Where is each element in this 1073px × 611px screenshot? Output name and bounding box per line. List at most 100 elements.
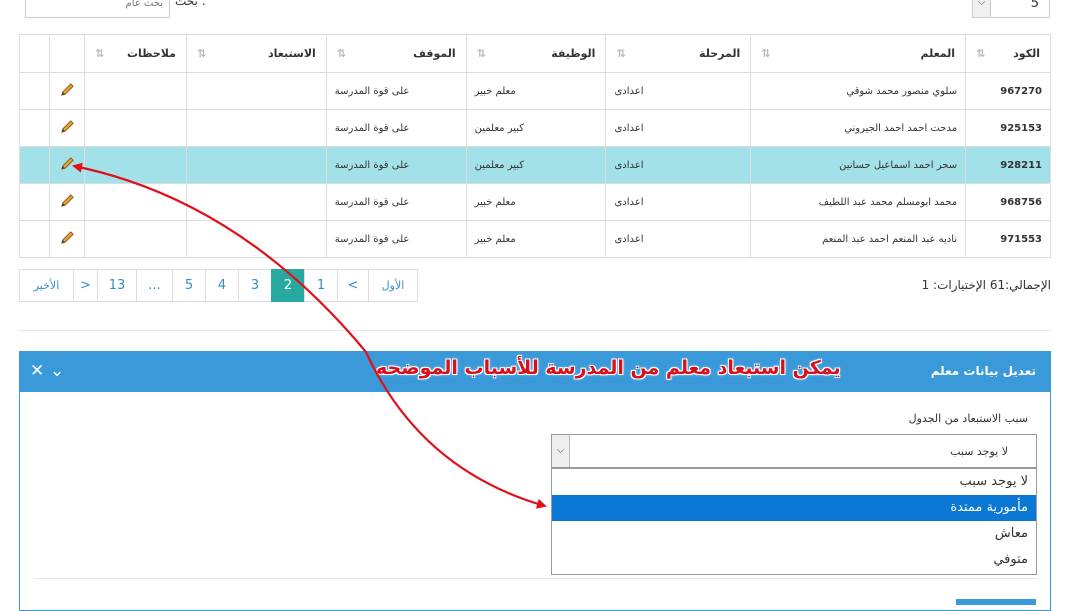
chevron-down-icon[interactable]: ⌵ bbox=[973, 0, 991, 17]
option-extended-mission[interactable]: مأمورية ممتدة bbox=[552, 495, 1036, 521]
cell-exclusion bbox=[185, 183, 327, 221]
cell-position: على قوة المدرسة bbox=[325, 183, 467, 221]
column-header-teacher[interactable]: المعلم ⇅ bbox=[750, 34, 967, 73]
column-header-select bbox=[18, 34, 51, 73]
pencil-icon[interactable] bbox=[60, 119, 75, 137]
cell-notes bbox=[84, 183, 187, 221]
cell-notes bbox=[84, 72, 187, 110]
edit-cell[interactable] bbox=[49, 146, 86, 184]
table-row[interactable]: 971553 ناديه عبد المنعم احمد عبد المنعم … bbox=[18, 220, 1051, 258]
column-header-code[interactable]: الكود ⇅ bbox=[965, 34, 1051, 73]
page-size-select[interactable]: ⌵ 5 bbox=[972, 0, 1050, 18]
chevron-down-icon[interactable]: ⌄ bbox=[50, 360, 64, 382]
sort-icon: ⇅ bbox=[976, 47, 986, 60]
cell-stage: اعدادى bbox=[605, 183, 752, 221]
column-header-exclusion[interactable]: الاستبعاد ⇅ bbox=[185, 34, 327, 73]
cell-exclusion bbox=[185, 146, 327, 184]
cell-exclusion bbox=[185, 220, 327, 258]
select-cell[interactable] bbox=[18, 109, 51, 147]
page-1[interactable]: 1 bbox=[304, 269, 338, 302]
select-cell[interactable] bbox=[18, 72, 51, 110]
select-cell[interactable] bbox=[18, 220, 51, 258]
page-2-active[interactable]: 2 bbox=[271, 269, 305, 302]
cell-job: كبير معلمين bbox=[465, 146, 607, 184]
pencil-icon[interactable] bbox=[60, 193, 75, 211]
divider bbox=[19, 330, 1051, 331]
edit-cell[interactable] bbox=[49, 72, 86, 110]
teachers-table: الكود ⇅ المعلم ⇅ المرحلة ⇅ الوظيفة ⇅ الموقف ⇅… bbox=[18, 34, 1051, 258]
cell-code: 928211 bbox=[965, 146, 1051, 184]
column-header-edit bbox=[49, 34, 86, 73]
column-header-notes[interactable]: ملاحظات ⇅ bbox=[84, 34, 187, 73]
cell-stage: اعدادى bbox=[605, 220, 752, 258]
page-next[interactable]: > bbox=[73, 269, 98, 302]
cell-teacher: ناديه عبد المنعم احمد عبد المنعم bbox=[750, 220, 967, 258]
page-last[interactable]: الأخير bbox=[19, 269, 74, 302]
edit-cell[interactable] bbox=[49, 109, 86, 147]
cell-job: كبير معلمين bbox=[465, 109, 607, 147]
pencil-icon[interactable] bbox=[60, 230, 75, 248]
option-retirement[interactable]: معاش bbox=[552, 521, 1036, 547]
exclusion-reason-options: لا يوجد سبب مأمورية ممتدة معاش متوفي bbox=[551, 468, 1037, 575]
search-input[interactable] bbox=[26, 0, 169, 17]
sort-icon: ⇅ bbox=[336, 47, 346, 60]
cell-code: 968756 bbox=[965, 183, 1051, 221]
cell-stage: اعدادى bbox=[605, 146, 752, 184]
table-row[interactable]: 968756 محمد ابومسلم محمد عبد اللطيف اعدا… bbox=[18, 183, 1051, 221]
page-prev[interactable]: < bbox=[337, 269, 369, 302]
panel-footer-divider bbox=[34, 578, 1038, 579]
page-first[interactable]: الأول bbox=[368, 269, 418, 302]
page-5[interactable]: 5 bbox=[172, 269, 206, 302]
column-header-position[interactable]: الموقف ⇅ bbox=[325, 34, 467, 73]
search-label: بحث : bbox=[175, 0, 206, 8]
cell-notes bbox=[84, 220, 187, 258]
cell-position: على قوة المدرسة bbox=[325, 146, 467, 184]
cell-stage: اعدادى bbox=[605, 109, 752, 147]
cell-exclusion bbox=[185, 72, 327, 110]
cell-code: 971553 bbox=[965, 220, 1051, 258]
cell-code: 967270 bbox=[965, 72, 1051, 110]
table-row[interactable]: 967270 سلوي منصور محمد شوقي اعدادى معلم … bbox=[18, 72, 1051, 110]
cell-stage: اعدادى bbox=[605, 72, 752, 110]
pencil-icon[interactable] bbox=[60, 156, 75, 174]
table-row-selected[interactable]: 928211 سحر احمد اسماعيل حسانين اعدادى كب… bbox=[18, 146, 1051, 184]
page-3[interactable]: 3 bbox=[238, 269, 272, 302]
option-no-reason[interactable]: لا يوجد سبب bbox=[552, 469, 1036, 495]
exclusion-reason-label: سبب الاستبعاد من الجدول bbox=[908, 412, 1028, 425]
search-field[interactable] bbox=[25, 0, 170, 18]
page-4[interactable]: 4 bbox=[205, 269, 239, 302]
page-ellipsis: ... bbox=[136, 269, 173, 302]
panel-title: تعديل بيانات معلم bbox=[930, 364, 1036, 378]
close-icon[interactable]: ✕ bbox=[30, 360, 44, 382]
table-row[interactable]: 925153 مدحت احمد احمد الجيروني اعدادى كب… bbox=[18, 109, 1051, 147]
save-button[interactable] bbox=[956, 599, 1036, 605]
select-cell[interactable] bbox=[18, 183, 51, 221]
edit-cell[interactable] bbox=[49, 183, 86, 221]
total-count: الإجمالي:61 الإختيارات: 1 bbox=[921, 278, 1051, 292]
cell-code: 925153 bbox=[965, 109, 1051, 147]
cell-teacher: سلوي منصور محمد شوقي bbox=[750, 72, 967, 110]
edit-cell[interactable] bbox=[49, 220, 86, 258]
column-header-stage[interactable]: المرحلة ⇅ bbox=[605, 34, 752, 73]
table-header-row: الكود ⇅ المعلم ⇅ المرحلة ⇅ الوظيفة ⇅ الموقف ⇅… bbox=[18, 34, 1051, 73]
sort-icon: ⇅ bbox=[616, 47, 626, 60]
chevron-down-icon[interactable]: ⌵ bbox=[552, 435, 570, 467]
sort-icon: ⇅ bbox=[95, 47, 105, 60]
page-size-value: 5 bbox=[1030, 0, 1039, 11]
cell-exclusion bbox=[185, 109, 327, 147]
select-cell[interactable] bbox=[18, 146, 51, 184]
pencil-icon[interactable] bbox=[60, 82, 75, 100]
sort-icon: ⇅ bbox=[761, 47, 771, 60]
exclusion-reason-select[interactable]: ⌵ لا يوجد سبب bbox=[551, 434, 1037, 468]
cell-job: معلم خبير bbox=[465, 220, 607, 258]
select-current-value: لا يوجد سبب bbox=[950, 445, 1008, 458]
panel-header: ✕ ⌄ يمكن استبعاد معلم من المدرسة للأسباب… bbox=[20, 352, 1050, 392]
cell-notes bbox=[84, 109, 187, 147]
sort-icon: ⇅ bbox=[476, 47, 486, 60]
sort-icon: ⇅ bbox=[196, 47, 207, 60]
column-header-job[interactable]: الوظيفة ⇅ bbox=[465, 34, 607, 73]
page-13[interactable]: 13 bbox=[97, 269, 137, 302]
cell-position: على قوة المدرسة bbox=[325, 72, 467, 110]
option-deceased[interactable]: متوفي bbox=[552, 547, 1036, 573]
cell-job: معلم خبير bbox=[465, 72, 607, 110]
